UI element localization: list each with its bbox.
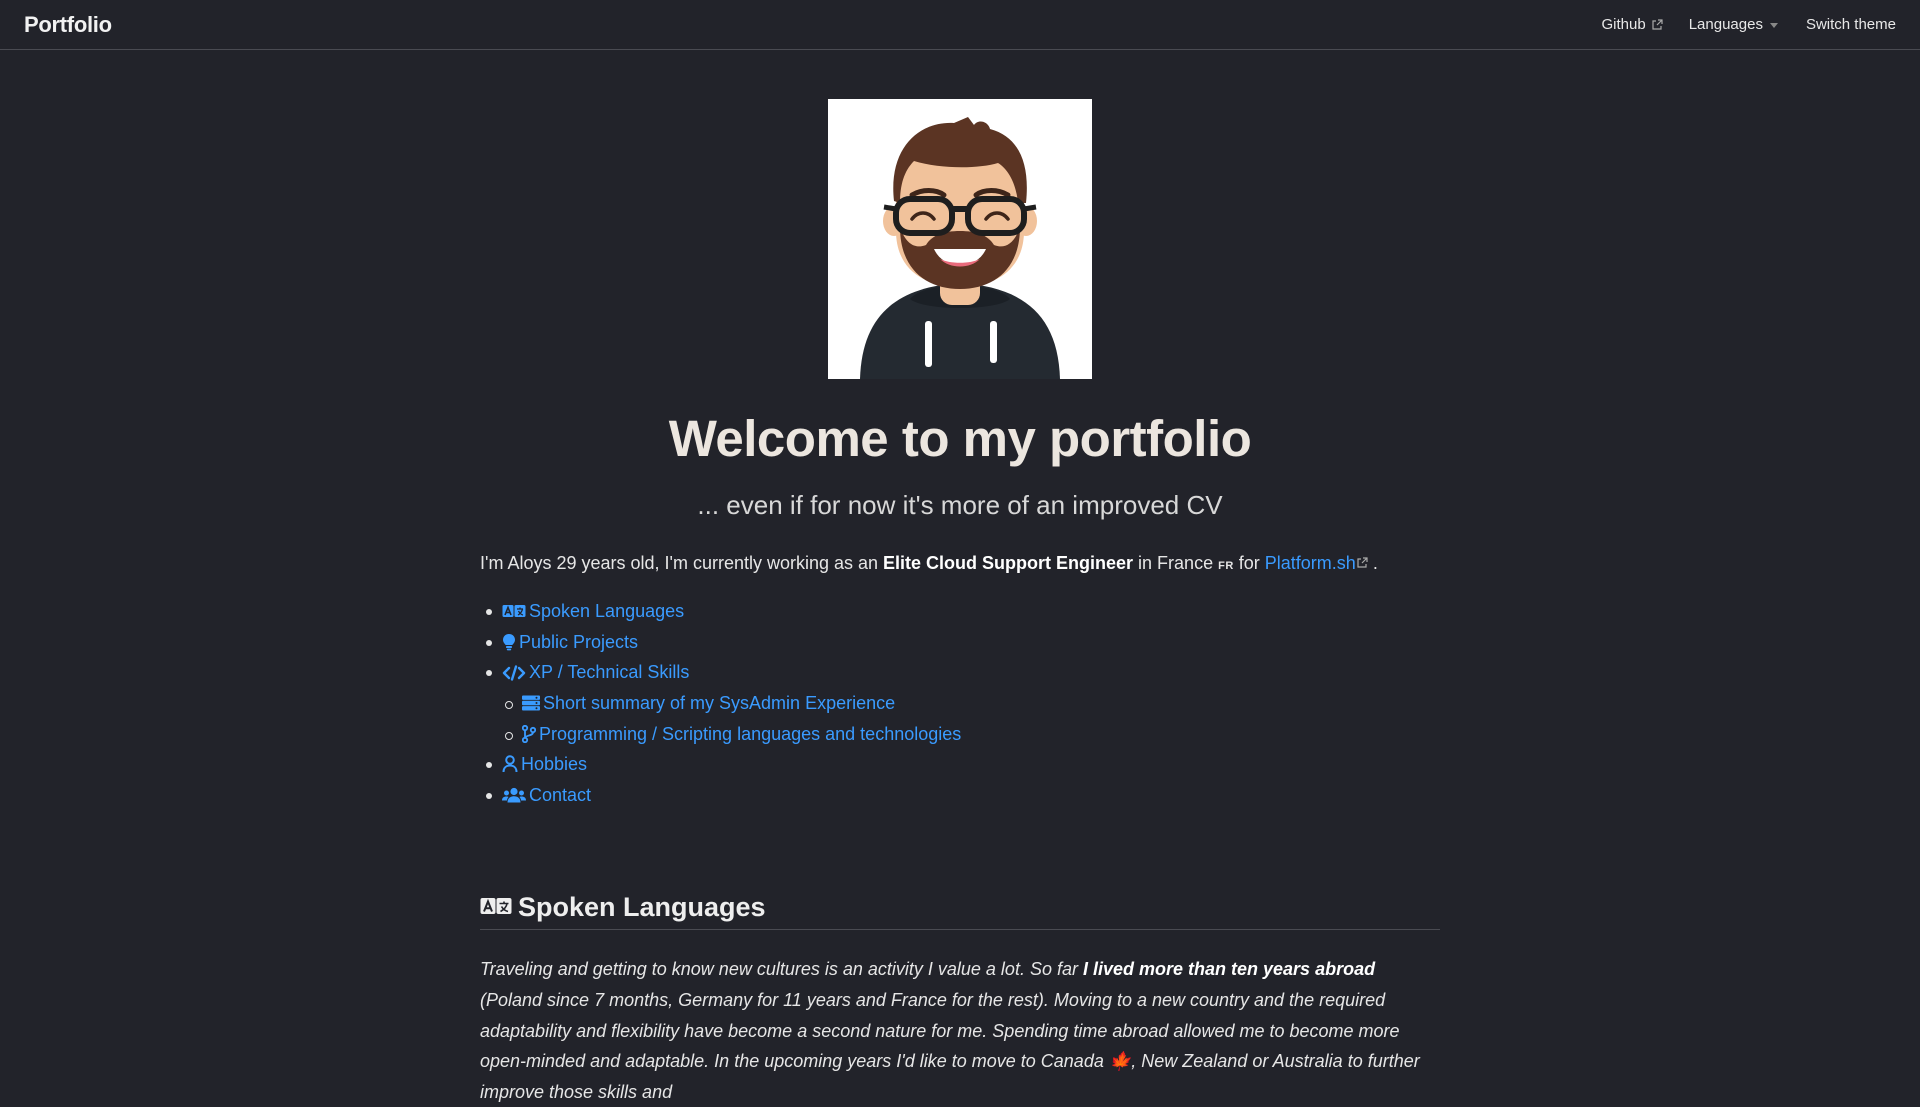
toc-link-contact[interactable]: Contact bbox=[502, 780, 591, 811]
toc-item-hobbies: Hobbies bbox=[480, 749, 1440, 780]
toc-item-spoken-languages: Spoken Languages bbox=[480, 596, 1440, 627]
toc-item-programming-languages: Programming / Scripting languages and te… bbox=[480, 719, 1440, 750]
languages-dropdown[interactable]: Languages bbox=[1689, 16, 1780, 33]
toc-label: Programming / Scripting languages and te… bbox=[539, 723, 962, 744]
toc-label: Public Projects bbox=[519, 631, 639, 652]
company-link-label: Platform.sh bbox=[1264, 553, 1356, 573]
toc-label: Short summary of my SysAdmin Experience bbox=[543, 692, 896, 713]
toc-item-sysadmin-experience: Short summary of my SysAdmin Experience bbox=[480, 688, 1440, 719]
language-icon bbox=[480, 892, 512, 923]
toc-link-public-projects[interactable]: Public Projects bbox=[502, 627, 638, 658]
paragraph-text-1: Traveling and getting to know new cultur… bbox=[480, 959, 1083, 980]
job-title: Elite Cloud Support Engineer bbox=[883, 553, 1134, 573]
toc-item-public-projects: Public Projects bbox=[480, 627, 1440, 658]
code-branch-icon bbox=[522, 724, 536, 743]
switch-theme-button[interactable]: Switch theme bbox=[1806, 16, 1896, 33]
section-heading-spoken-languages: Spoken Languages bbox=[480, 892, 1440, 931]
section-heading-label: Spoken Languages bbox=[518, 892, 766, 923]
company-link[interactable]: Platform.sh bbox=[1265, 553, 1368, 573]
france-flag-icon: FR bbox=[1218, 560, 1234, 572]
intro-middle: in France bbox=[1133, 553, 1219, 573]
external-link-icon bbox=[1651, 18, 1663, 31]
top-navbar: Portfolio Github Languages Switch theme bbox=[0, 0, 1920, 50]
intro-paragraph: I'm Aloys 29 years old, I'm currently wo… bbox=[480, 551, 1440, 576]
intro-prefix: I'm Aloys 29 years old, I'm currently wo… bbox=[480, 553, 884, 573]
language-icon bbox=[502, 603, 526, 619]
toc-link-xp-technical-skills[interactable]: XP / Technical Skills bbox=[502, 657, 689, 688]
toc-item-xp-technical-skills: XP / Technical Skills bbox=[480, 657, 1440, 688]
toc-item-contact: Contact bbox=[480, 780, 1440, 811]
spoken-languages-paragraph: Traveling and getting to know new cultur… bbox=[480, 954, 1440, 1107]
toc-link-programming-languages[interactable]: Programming / Scripting languages and te… bbox=[522, 719, 961, 750]
caret-down-icon bbox=[1768, 20, 1780, 30]
toc-label: Spoken Languages bbox=[529, 601, 685, 622]
maple-leaf-icon: 🍁 bbox=[1108, 1051, 1132, 1072]
toc-label: Hobbies bbox=[521, 754, 588, 775]
paragraph-emphasis: I lived more than ten years abroad bbox=[1082, 959, 1376, 980]
github-link[interactable]: Github bbox=[1602, 16, 1663, 33]
avatar bbox=[828, 99, 1092, 379]
external-link-icon bbox=[1356, 553, 1368, 573]
page-subtitle: ... even if for now it's more of an impr… bbox=[697, 490, 1223, 520]
toc-label: Contact bbox=[529, 784, 592, 805]
toc-label: XP / Technical Skills bbox=[529, 662, 690, 683]
intro-suffix: . bbox=[1367, 553, 1378, 573]
toc-link-spoken-languages[interactable]: Spoken Languages bbox=[502, 596, 684, 627]
users-icon bbox=[502, 787, 526, 803]
code-icon bbox=[502, 664, 526, 681]
languages-dropdown-label: Languages bbox=[1688, 16, 1763, 33]
toc-link-sysadmin-experience[interactable]: Short summary of my SysAdmin Experience bbox=[522, 688, 895, 719]
page-title: Welcome to my portfolio bbox=[668, 410, 1252, 467]
user-icon bbox=[502, 755, 518, 773]
main-content: Welcome to my portfolio ... even if for … bbox=[480, 50, 1440, 1107]
toc-link-hobbies[interactable]: Hobbies bbox=[502, 749, 587, 780]
lightbulb-icon bbox=[502, 633, 516, 651]
github-link-label: Github bbox=[1601, 16, 1646, 33]
table-of-contents: Spoken Languages Public Projects XP / Te… bbox=[480, 596, 1440, 810]
intro-connector: for bbox=[1233, 553, 1265, 573]
toc-list: Spoken Languages Public Projects XP / Te… bbox=[480, 596, 1440, 810]
server-icon bbox=[522, 695, 540, 711]
brand-link[interactable]: Portfolio bbox=[24, 12, 112, 38]
nav-links: Github Languages Switch theme bbox=[1602, 16, 1897, 33]
